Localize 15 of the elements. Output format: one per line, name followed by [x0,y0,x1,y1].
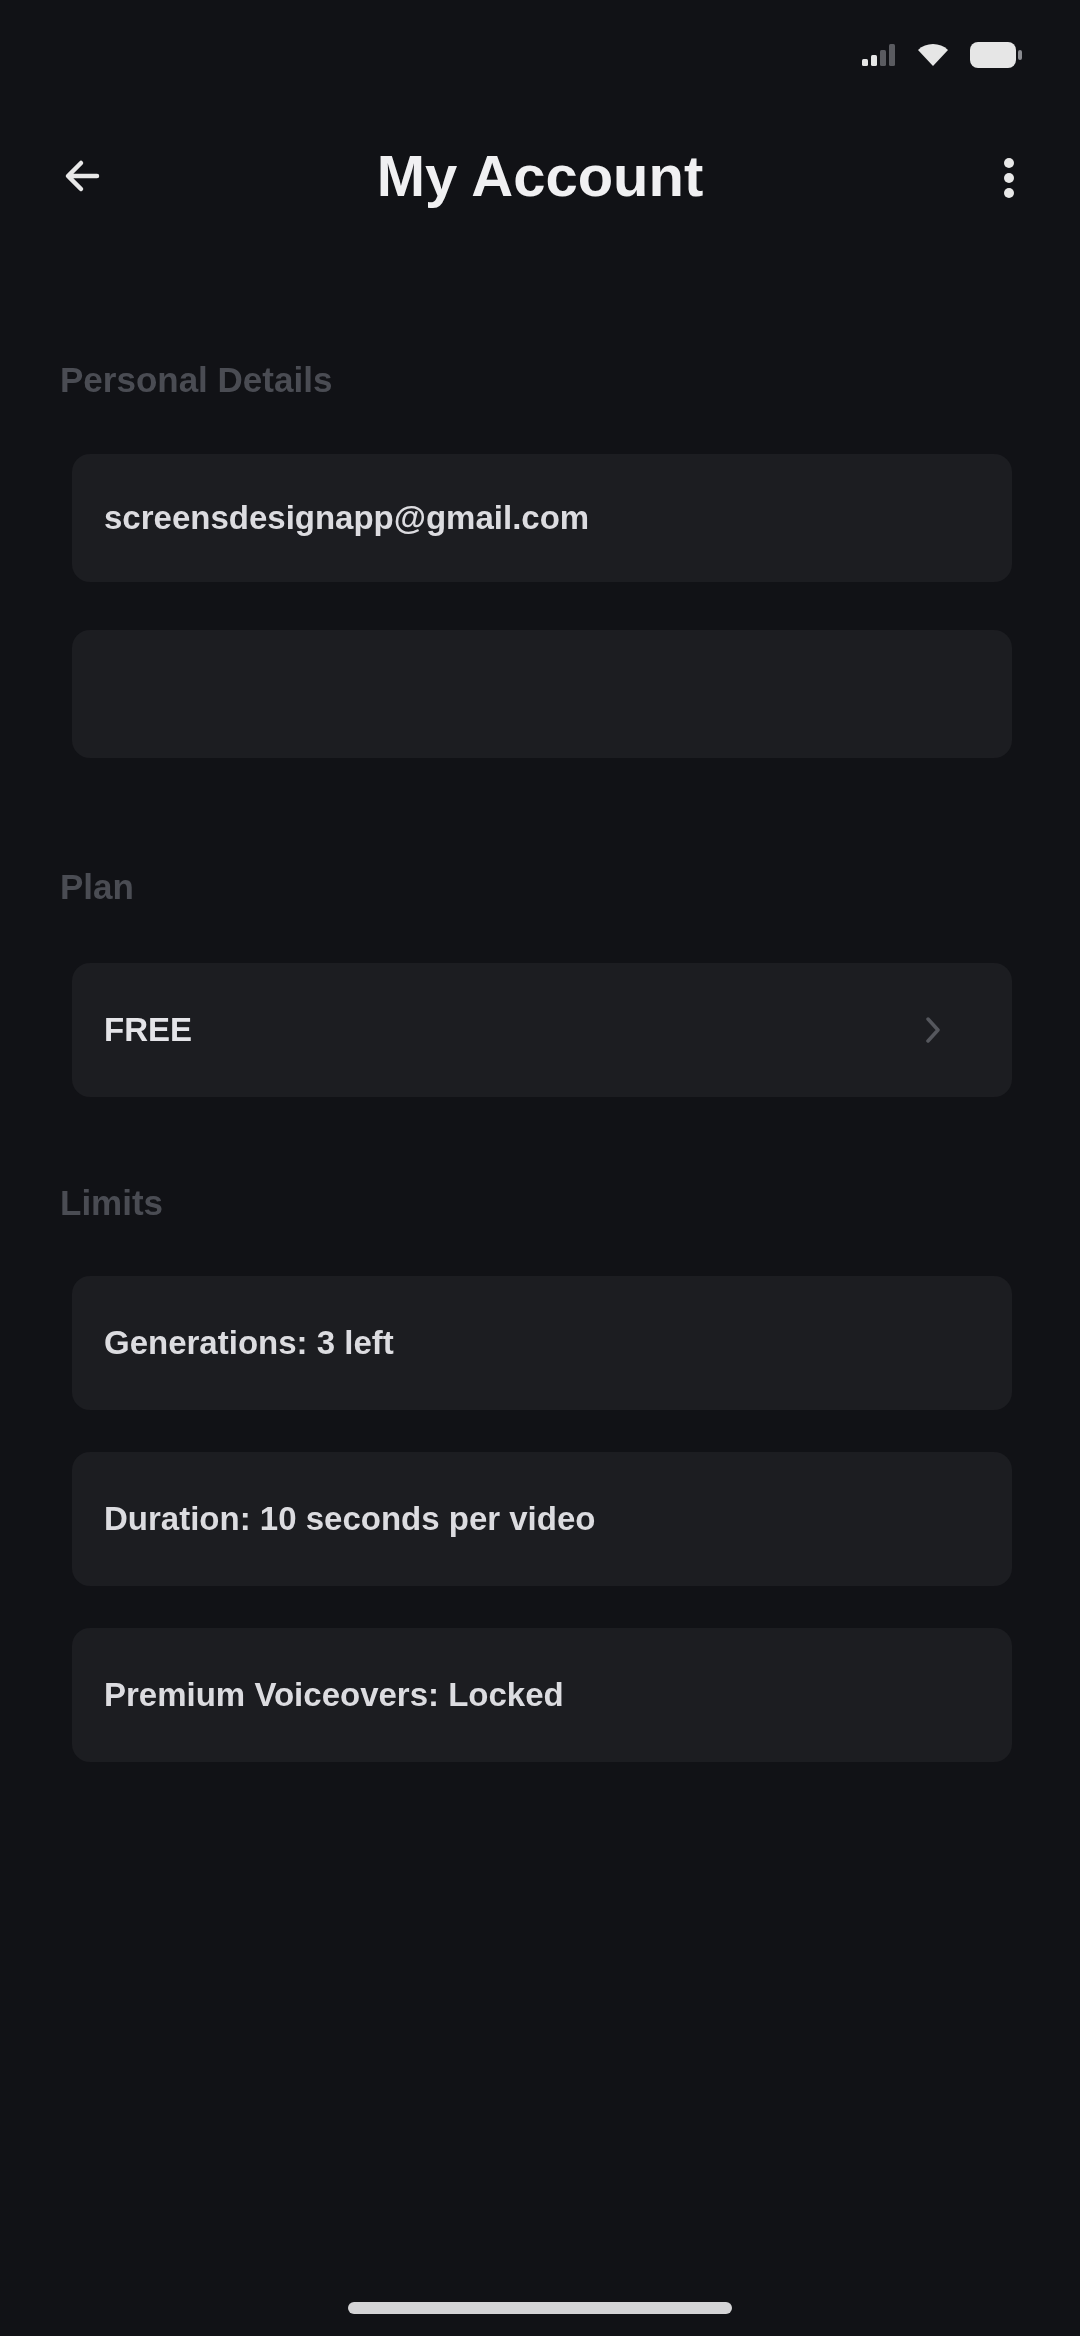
input-field[interactable]: screensdesignapp@gmail.com [72,454,1012,582]
arrow-left-icon[interactable] [64,158,100,194]
chevron-right-icon [926,1017,940,1043]
limit-item: Generations: 3 left [72,1276,1012,1410]
limit-item: Duration: 10 seconds per video [72,1452,1012,1586]
section-label: Personal Details [60,359,333,401]
section-label: Plan [60,866,134,908]
kebab-menu-icon[interactable] [1003,158,1015,198]
plan-item[interactable]: FREE [72,963,1012,1097]
section-label: Limits [60,1182,164,1224]
signal-icon [862,44,896,66]
wifi-icon [918,44,948,66]
limit-item: Premium Voiceovers: Locked [72,1628,1012,1762]
page-title: My Account [376,142,704,210]
battery-icon [970,42,1022,68]
